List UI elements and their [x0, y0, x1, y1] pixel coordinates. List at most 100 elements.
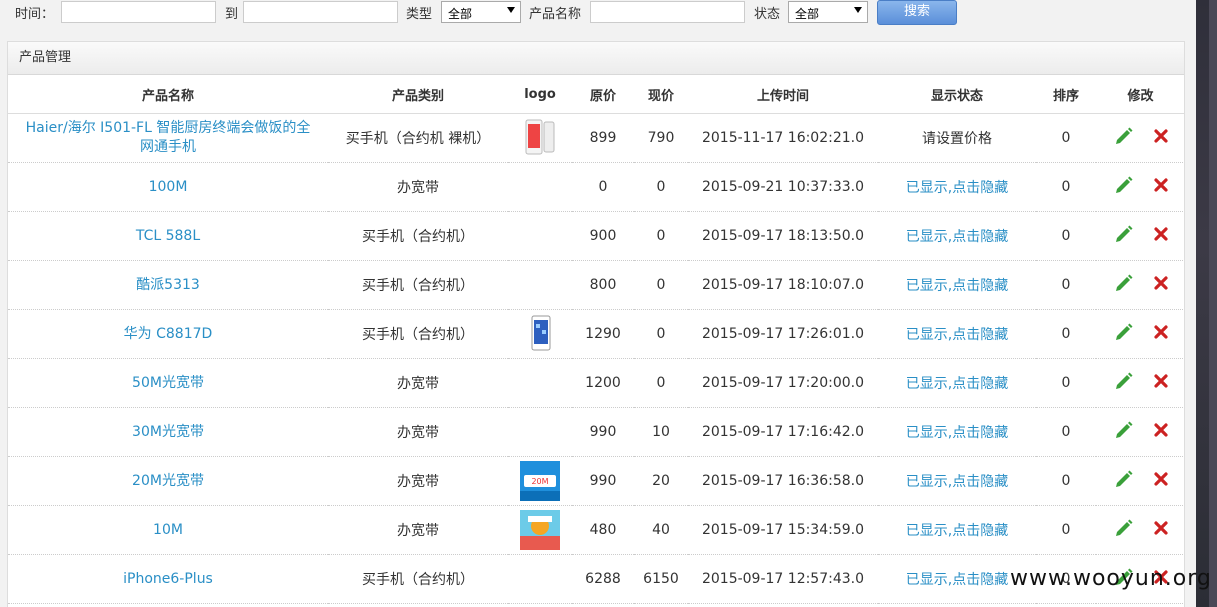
cell-display-status: 已显示,点击隐藏 — [878, 211, 1036, 261]
cell-current-price: 20 — [634, 456, 688, 506]
cell-original-price: 1290 — [572, 309, 634, 359]
product-name-link[interactable]: 100M — [8, 178, 328, 197]
cell-product-name: 30M光宽带 — [8, 407, 328, 457]
delete-x-icon[interactable] — [1153, 374, 1168, 392]
toggle-display-link[interactable]: 已显示,点击隐藏 — [906, 229, 1008, 245]
edit-pencil-icon[interactable] — [1114, 126, 1134, 150]
toggle-display-link[interactable]: 已显示,点击隐藏 — [906, 327, 1008, 343]
cell-display-status: 已显示,点击隐藏 — [878, 260, 1036, 310]
cell-category: 办宽带 — [328, 162, 508, 212]
table-row: 100M 办宽带 0 0 2015-09-21 10:37:33.0 已显示,点击隐藏 0 — [8, 162, 1184, 212]
cell-logo — [508, 211, 572, 261]
edit-pencil-icon[interactable] — [1114, 322, 1134, 346]
header-col-current-price: 现价 — [634, 75, 688, 114]
cell-display-status: 请设置价格 — [878, 113, 1036, 163]
cell-sort: 0 — [1036, 309, 1096, 359]
delete-x-icon[interactable] — [1153, 227, 1168, 245]
filter-bar: 时间： 到 类型 全部 产品名称 状态 全部 搜索 — [0, 0, 1196, 28]
cell-actions — [1096, 309, 1184, 359]
edit-pencil-icon[interactable] — [1114, 420, 1134, 444]
edit-pencil-icon[interactable] — [1114, 273, 1134, 297]
cell-product-name: iPhone6-Plus — [8, 554, 328, 604]
cell-category: 办宽带 — [328, 505, 508, 555]
cell-product-name: 50M光宽带 — [8, 358, 328, 408]
cell-actions — [1096, 358, 1184, 408]
delete-x-icon[interactable] — [1153, 325, 1168, 343]
product-name-link[interactable]: 20M光宽带 — [8, 472, 328, 491]
cell-logo — [508, 554, 572, 604]
edit-pencil-icon[interactable] — [1114, 224, 1134, 248]
cell-logo — [508, 309, 572, 359]
cell-logo — [508, 358, 572, 408]
cell-actions — [1096, 211, 1184, 261]
delete-x-icon[interactable] — [1153, 423, 1168, 441]
cell-category: 办宽带 — [328, 407, 508, 457]
edit-pencil-icon[interactable] — [1114, 518, 1134, 542]
product-name-link[interactable]: iPhone6-Plus — [8, 570, 328, 589]
cell-upload-time: 2015-09-21 10:37:33.0 — [688, 162, 878, 212]
toggle-display-link[interactable]: 已显示,点击隐藏 — [906, 474, 1008, 490]
cell-logo — [508, 505, 572, 555]
edit-pencil-icon[interactable] — [1114, 175, 1134, 199]
product-management-panel: 产品管理 产品名称 产品类别 logo 原价 现价 上传时间 显示状态 排序 修改 Haier/… — [7, 41, 1185, 607]
cell-sort: 0 — [1036, 260, 1096, 310]
delete-x-icon[interactable] — [1153, 178, 1168, 196]
search-button[interactable]: 搜索 — [877, 0, 957, 25]
cell-original-price: 990 — [572, 456, 634, 506]
header-col-upload-time: 上传时间 — [688, 75, 878, 114]
product-name-label: 产品名称 — [529, 7, 582, 22]
cell-original-price: 480 — [572, 505, 634, 555]
product-name-link[interactable]: TCL 588L — [8, 227, 328, 246]
product-name-link[interactable]: 10M — [8, 521, 328, 540]
edit-pencil-icon[interactable] — [1114, 371, 1134, 395]
toggle-display-link[interactable]: 已显示,点击隐藏 — [906, 425, 1008, 441]
cell-logo — [508, 260, 572, 310]
cell-product-name: 100M — [8, 162, 328, 212]
cell-display-status: 已显示,点击隐藏 — [878, 456, 1036, 506]
product-name-link[interactable]: 酷派5313 — [8, 276, 328, 295]
cell-category: 办宽带 — [328, 456, 508, 506]
type-select[interactable]: 全部 — [441, 1, 521, 23]
product-logo-image — [520, 510, 560, 550]
cell-original-price: 800 — [572, 260, 634, 310]
product-name-link[interactable]: 华为 C8817D — [8, 325, 328, 344]
delete-x-icon[interactable] — [1153, 276, 1168, 294]
end-time-input[interactable] — [243, 1, 398, 23]
cell-current-price: 790 — [634, 113, 688, 163]
chevron-down-icon — [507, 7, 515, 13]
time-label: 时间： — [15, 7, 55, 22]
product-logo-image — [520, 314, 560, 354]
status-text: 请设置价格 — [922, 131, 992, 147]
cell-actions — [1096, 162, 1184, 212]
product-name-link[interactable]: 50M光宽带 — [8, 374, 328, 393]
cell-logo — [508, 407, 572, 457]
status-select[interactable]: 全部 — [788, 1, 868, 23]
toggle-display-link[interactable]: 已显示,点击隐藏 — [906, 572, 1008, 588]
cell-original-price: 899 — [572, 113, 634, 163]
toggle-display-link[interactable]: 已显示,点击隐藏 — [906, 180, 1008, 196]
toggle-display-link[interactable]: 已显示,点击隐藏 — [906, 376, 1008, 392]
status-label: 状态 — [754, 7, 781, 22]
delete-x-icon[interactable] — [1153, 129, 1168, 147]
product-name-link[interactable]: Haier/海尔 I501-FL 智能厨房终端会做饭的全网通手机 — [8, 119, 328, 157]
cell-current-price: 6150 — [634, 554, 688, 604]
table-row: Haier/海尔 I501-FL 智能厨房终端会做饭的全网通手机 买手机（合约机 … — [8, 113, 1184, 163]
product-name-link[interactable]: 30M光宽带 — [8, 423, 328, 442]
delete-x-icon[interactable] — [1153, 521, 1168, 539]
window-edge — [1196, 0, 1217, 607]
product-name-input[interactable] — [590, 1, 745, 23]
product-table: 产品名称 产品类别 logo 原价 现价 上传时间 显示状态 排序 修改 Haier/海尔 I5… — [8, 75, 1184, 604]
cell-product-name: 10M — [8, 505, 328, 555]
toggle-display-link[interactable]: 已显示,点击隐藏 — [906, 278, 1008, 294]
cell-product-name: Haier/海尔 I501-FL 智能厨房终端会做饭的全网通手机 — [8, 113, 328, 163]
cell-sort: 0 — [1036, 113, 1096, 163]
cell-display-status: 已显示,点击隐藏 — [878, 162, 1036, 212]
start-time-input[interactable] — [61, 1, 216, 23]
edit-pencil-icon[interactable] — [1114, 469, 1134, 493]
toggle-display-link[interactable]: 已显示,点击隐藏 — [906, 523, 1008, 539]
cell-actions — [1096, 407, 1184, 457]
product-logo-image — [520, 118, 560, 158]
cell-current-price: 40 — [634, 505, 688, 555]
delete-x-icon[interactable] — [1153, 472, 1168, 490]
cell-upload-time: 2015-09-17 12:57:43.0 — [688, 554, 878, 604]
